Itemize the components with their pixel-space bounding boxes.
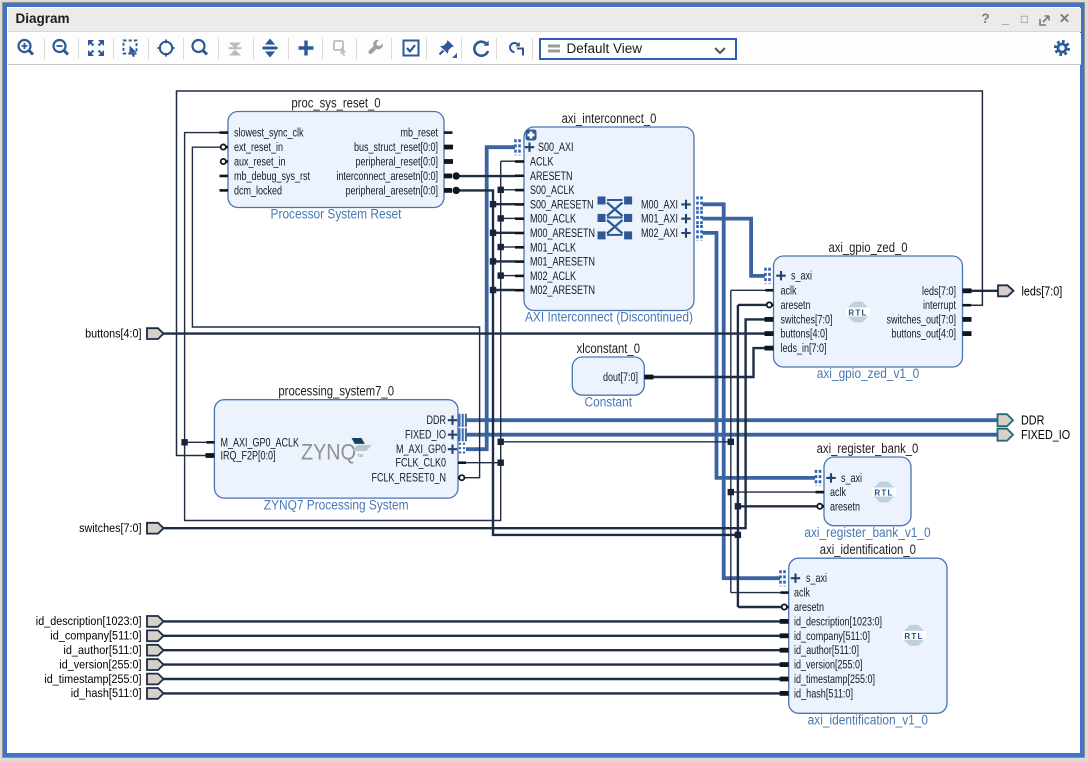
svg-text:proc_sys_reset_0: proc_sys_reset_0 — [291, 95, 380, 110]
svg-text:RTL: RTL — [904, 632, 923, 641]
svg-text:IRQ_F2P[0:0]: IRQ_F2P[0:0] — [221, 449, 276, 463]
svg-text:peripheral_reset[0:0]: peripheral_reset[0:0] — [356, 155, 439, 169]
svg-text:s_axi: s_axi — [791, 269, 812, 283]
svg-text:axi_interconnect_0: axi_interconnect_0 — [562, 111, 657, 126]
svg-text:s_axi: s_axi — [806, 571, 827, 585]
svg-text:id_hash[511:0]: id_hash[511:0] — [794, 686, 853, 700]
svg-text:aresetn: aresetn — [830, 499, 860, 513]
svg-text:axi_gpio_zed_0: axi_gpio_zed_0 — [828, 240, 907, 255]
svg-text:FCLK_CLK0: FCLK_CLK0 — [396, 456, 447, 470]
svg-text:buttons[4:0]: buttons[4:0] — [85, 326, 141, 340]
svg-text:ext_reset_in: ext_reset_in — [234, 140, 283, 154]
svg-text:processing_system7_0: processing_system7_0 — [278, 384, 394, 399]
svg-text:Constant: Constant — [585, 394, 633, 409]
svg-text:slowest_sync_clk: slowest_sync_clk — [234, 126, 304, 140]
svg-text:dcm_locked: dcm_locked — [234, 183, 282, 197]
svg-text:mb_reset: mb_reset — [401, 126, 439, 140]
svg-text:ZYNQ7 Processing System: ZYNQ7 Processing System — [264, 497, 409, 512]
svg-text:aclk: aclk — [794, 586, 811, 600]
svg-text:aclk: aclk — [781, 283, 798, 297]
svg-text:aclk: aclk — [830, 485, 847, 499]
svg-text:switches[7:0]: switches[7:0] — [79, 521, 141, 535]
svg-text:id_description[1023:0]: id_description[1023:0] — [794, 614, 882, 628]
svg-text:xlconstant_0: xlconstant_0 — [577, 341, 640, 356]
svg-text:id_description[1023:0]: id_description[1023:0] — [36, 614, 142, 628]
svg-text:mb_debug_sys_rst: mb_debug_sys_rst — [234, 169, 310, 183]
svg-text:M00_ACLK: M00_ACLK — [530, 212, 577, 226]
svg-text:axi_register_bank_v1_0: axi_register_bank_v1_0 — [804, 525, 930, 540]
svg-text:M01_ARESETN: M01_ARESETN — [530, 255, 595, 269]
svg-text:M02_ARESETN: M02_ARESETN — [530, 283, 595, 297]
svg-text:FIXED_IO: FIXED_IO — [1021, 427, 1070, 442]
svg-text:AXI Interconnect (Discontinued: AXI Interconnect (Discontinued) — [525, 310, 693, 325]
svg-text:M_AXI_GP0: M_AXI_GP0 — [396, 442, 446, 456]
svg-text:M02_AXI: M02_AXI — [641, 226, 678, 240]
svg-text:bus_struct_reset[0:0]: bus_struct_reset[0:0] — [354, 140, 438, 154]
svg-text:M02_ACLK: M02_ACLK — [530, 269, 577, 283]
svg-text:id_author[511:0]: id_author[511:0] — [63, 643, 141, 657]
svg-text:id_timestamp[255:0]: id_timestamp[255:0] — [794, 672, 875, 686]
svg-text:ZYNQ: ZYNQ — [301, 440, 356, 465]
svg-text:RTL: RTL — [874, 489, 893, 498]
svg-text:FCLK_RESET0_N: FCLK_RESET0_N — [372, 471, 447, 485]
svg-text:M00_ARESETN: M00_ARESETN — [530, 226, 595, 240]
svg-text:switches_out[7:0]: switches_out[7:0] — [887, 312, 957, 326]
svg-text:buttons[4:0]: buttons[4:0] — [781, 327, 828, 341]
svg-text:id_company[511:0]: id_company[511:0] — [50, 629, 141, 643]
svg-text:ARESETN: ARESETN — [530, 169, 573, 183]
svg-text:M01_AXI: M01_AXI — [641, 212, 678, 226]
svg-text:id_company[511:0]: id_company[511:0] — [794, 629, 870, 643]
svg-text:S00_AXI: S00_AXI — [538, 140, 574, 154]
svg-text:aresetn: aresetn — [781, 298, 811, 312]
svg-text:S00_ARESETN: S00_ARESETN — [530, 197, 594, 211]
svg-text:aux_reset_in: aux_reset_in — [234, 155, 286, 169]
svg-text:axi_register_bank_0: axi_register_bank_0 — [817, 441, 919, 456]
svg-text:S00_ACLK: S00_ACLK — [530, 183, 575, 197]
svg-text:FIXED_IO: FIXED_IO — [405, 428, 446, 442]
svg-text:id_hash[511:0]: id_hash[511:0] — [71, 686, 142, 700]
svg-text:id_version[255:0]: id_version[255:0] — [59, 657, 141, 671]
svg-text:leds_in[7:0]: leds_in[7:0] — [781, 341, 827, 355]
svg-text:RTL: RTL — [848, 309, 867, 318]
svg-text:peripheral_aresetn[0:0]: peripheral_aresetn[0:0] — [346, 183, 439, 197]
svg-text:Processor System Reset: Processor System Reset — [271, 207, 402, 222]
svg-text:id_author[511:0]: id_author[511:0] — [794, 643, 859, 657]
svg-text:switches[7:0]: switches[7:0] — [781, 312, 833, 326]
svg-text:s_axi: s_axi — [841, 471, 862, 485]
svg-text:ACLK: ACLK — [530, 155, 554, 169]
svg-text:axi_gpio_zed_v1_0: axi_gpio_zed_v1_0 — [817, 366, 920, 381]
svg-text:interconnect_aresetn[0:0]: interconnect_aresetn[0:0] — [336, 169, 438, 183]
svg-text:M01_ACLK: M01_ACLK — [530, 240, 577, 254]
svg-text:leds[7:0]: leds[7:0] — [922, 284, 956, 298]
svg-text:DDR: DDR — [427, 413, 447, 427]
svg-text:M_AXI_GP0_ACLK: M_AXI_GP0_ACLK — [221, 435, 300, 449]
svg-text:™: ™ — [357, 454, 364, 461]
svg-text:dout[7:0]: dout[7:0] — [603, 370, 638, 384]
svg-text:id_version[255:0]: id_version[255:0] — [794, 658, 863, 672]
svg-text:axi_identification_v1_0: axi_identification_v1_0 — [808, 713, 928, 728]
svg-text:buttons_out[4:0]: buttons_out[4:0] — [892, 327, 957, 341]
svg-text:interrupt: interrupt — [923, 298, 956, 312]
svg-text:DDR: DDR — [1021, 413, 1044, 428]
svg-text:axi_identification_0: axi_identification_0 — [820, 542, 916, 557]
svg-text:leds[7:0]: leds[7:0] — [1022, 283, 1063, 298]
svg-text:M00_AXI: M00_AXI — [641, 197, 678, 211]
svg-text:id_timestamp[255:0]: id_timestamp[255:0] — [44, 672, 141, 686]
svg-text:aresetn: aresetn — [794, 600, 824, 614]
